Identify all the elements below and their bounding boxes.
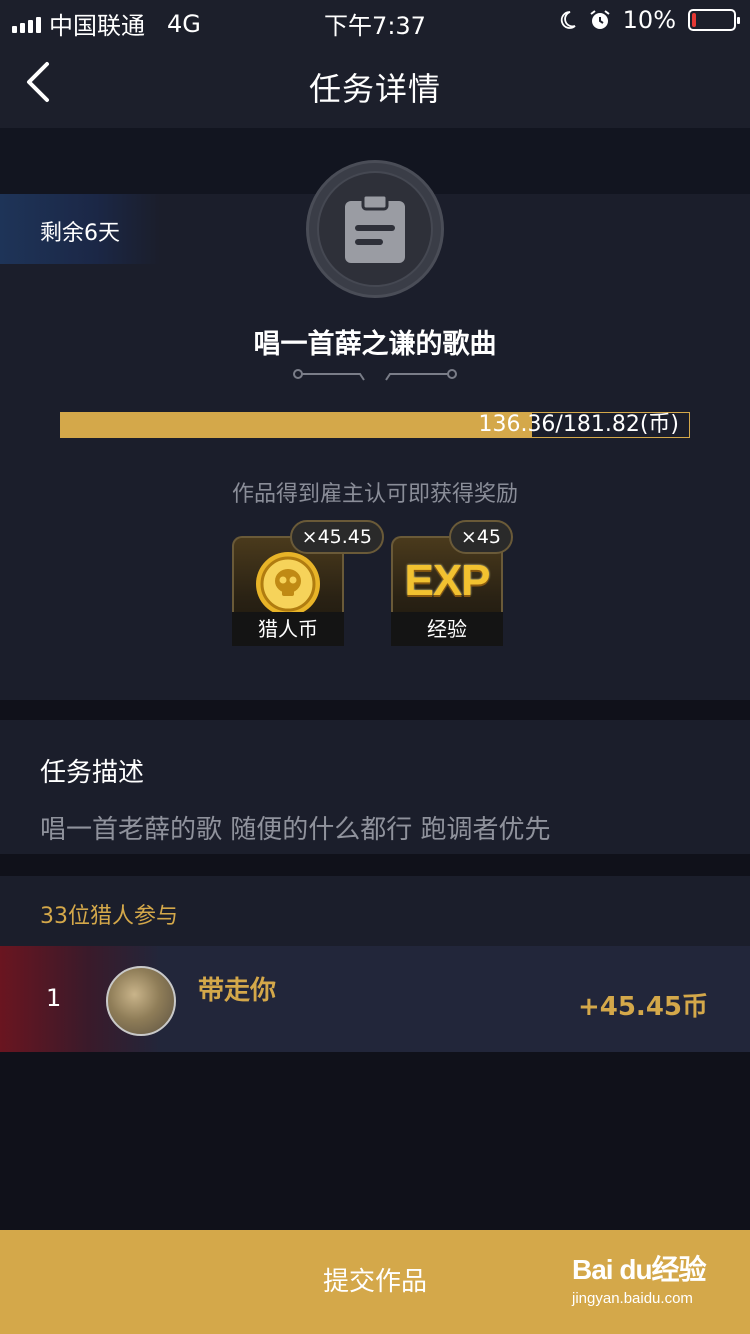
watermark-url: jingyan.baidu.com	[572, 1290, 693, 1307]
description-title: 任务描述	[40, 758, 145, 788]
reward-note: 作品得到雇主认可即获得奖励	[231, 482, 518, 507]
reward-exp-amount: ×45	[448, 520, 513, 554]
clipboard-icon	[345, 193, 405, 263]
alarm-icon	[590, 10, 610, 29]
task-description-section: 任务描述 唱一首老薛的歌 随便的什么都行 跑调者优先	[0, 720, 750, 854]
reward-coin-label: 猎人币	[232, 612, 344, 646]
participant-name: 带走你	[198, 976, 277, 1006]
baidu-watermark: Bai du经验 jingyan.baidu.com	[572, 1248, 712, 1318]
description-text: 唱一首老薛的歌 随便的什么都行 跑调者优先	[40, 815, 551, 845]
days-left-badge: 剩余6天	[0, 194, 160, 264]
nav-bar: 任务详情	[0, 40, 750, 128]
watermark-logo: Bai du经验	[572, 1254, 707, 1285]
reward-coin-card: 猎人币 ×45.45	[232, 520, 384, 646]
exp-icon: EXP	[404, 556, 490, 605]
page-title: 任务详情	[308, 70, 441, 108]
participant-rank: 1	[46, 984, 62, 1012]
reward-coin-amount: ×45.45	[289, 520, 384, 554]
reward-progress-bar: 136.36/181.82(币)	[60, 412, 690, 438]
participant-row[interactable]: 1 带走你 +45.45币	[0, 946, 750, 1052]
avatar[interactable]	[106, 966, 176, 1036]
moon-icon	[560, 11, 576, 29]
participants-count: 33位猎人参与	[0, 876, 750, 946]
ornament-divider	[293, 369, 457, 381]
task-title: 唱一首薛之谦的歌曲	[253, 329, 497, 360]
reward-exp-card: EXP 经验 ×45	[391, 520, 513, 646]
progress-text: 136.36/181.82(币)	[478, 412, 679, 437]
battery-percent: 10%	[622, 6, 676, 34]
participant-reward: +45.45币	[577, 992, 708, 1022]
status-bar: 中国联通 4G 下午7:37 10%	[0, 0, 750, 40]
battery-icon	[688, 9, 740, 31]
task-icon	[306, 160, 444, 298]
task-hero: 剩余6天 唱一首薛之谦的歌曲 136.36/181.82(币) 作品得到雇主认可…	[0, 128, 750, 700]
skull-coin-icon	[256, 552, 320, 616]
reward-exp-label: 经验	[391, 612, 503, 646]
